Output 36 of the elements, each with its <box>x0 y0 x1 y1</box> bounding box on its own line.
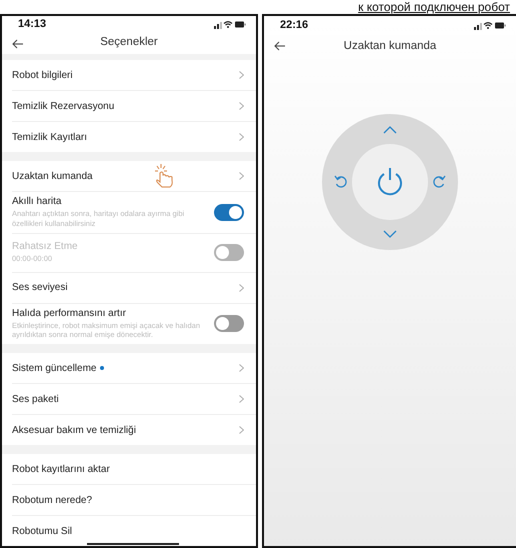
back-arrow-icon[interactable] <box>12 39 24 49</box>
menu-item[interactable]: Robot kayıtlarını aktar <box>12 454 256 485</box>
rotate-left-icon[interactable] <box>334 175 348 189</box>
setting-label: Halıda performansını artır <box>12 308 127 318</box>
status-time: 14:13 <box>18 18 46 30</box>
status-time: 22:16 <box>280 19 308 31</box>
menu-item[interactable]: Temizlik Rezervasyonu <box>12 91 256 122</box>
menu-item[interactable]: Robotum nerede? <box>12 485 256 516</box>
toggle-switch[interactable] <box>214 315 244 332</box>
menu-item[interactable]: Uzaktan kumanda <box>12 161 256 192</box>
chevron-right-icon <box>239 284 244 292</box>
chevron-right-icon <box>239 172 244 180</box>
setting-label: Rahatsız Etme <box>12 241 79 252</box>
screen-title: Seçenekler <box>100 36 158 48</box>
menu-item[interactable]: Temizlik Kayıtları <box>12 122 256 152</box>
chevron-right-icon <box>239 395 244 403</box>
screen-title: Uzaktan kumanda <box>344 40 436 52</box>
setting-label: Akıllı harita <box>12 196 62 207</box>
status-icons <box>214 20 246 28</box>
menu-item[interactable]: Ses seviyesi <box>12 272 256 304</box>
menu-item[interactable]: Ses paketi <box>12 384 256 415</box>
caption-text: к которой подключен робот <box>357 0 511 14</box>
menu-item[interactable]: Robotumu Sil <box>12 516 256 546</box>
toggle-switch[interactable] <box>214 204 244 221</box>
menu-item[interactable]: Robot bilgileri <box>12 60 256 91</box>
power-icon <box>376 167 404 197</box>
chevron-right-icon <box>239 364 244 372</box>
chevron-right-icon <box>239 426 244 434</box>
chevron-right-icon <box>239 133 244 141</box>
status-icons <box>474 20 506 30</box>
chevron-right-icon <box>239 102 244 110</box>
back-arrow-icon[interactable] <box>274 41 286 51</box>
menu-item[interactable]: Aksesuar bakım ve temizliği <box>12 415 256 445</box>
menu-item[interactable]: Sistem güncelleme <box>12 353 256 384</box>
chevron-right-icon <box>239 71 244 79</box>
rotate-right-icon[interactable] <box>432 175 446 189</box>
